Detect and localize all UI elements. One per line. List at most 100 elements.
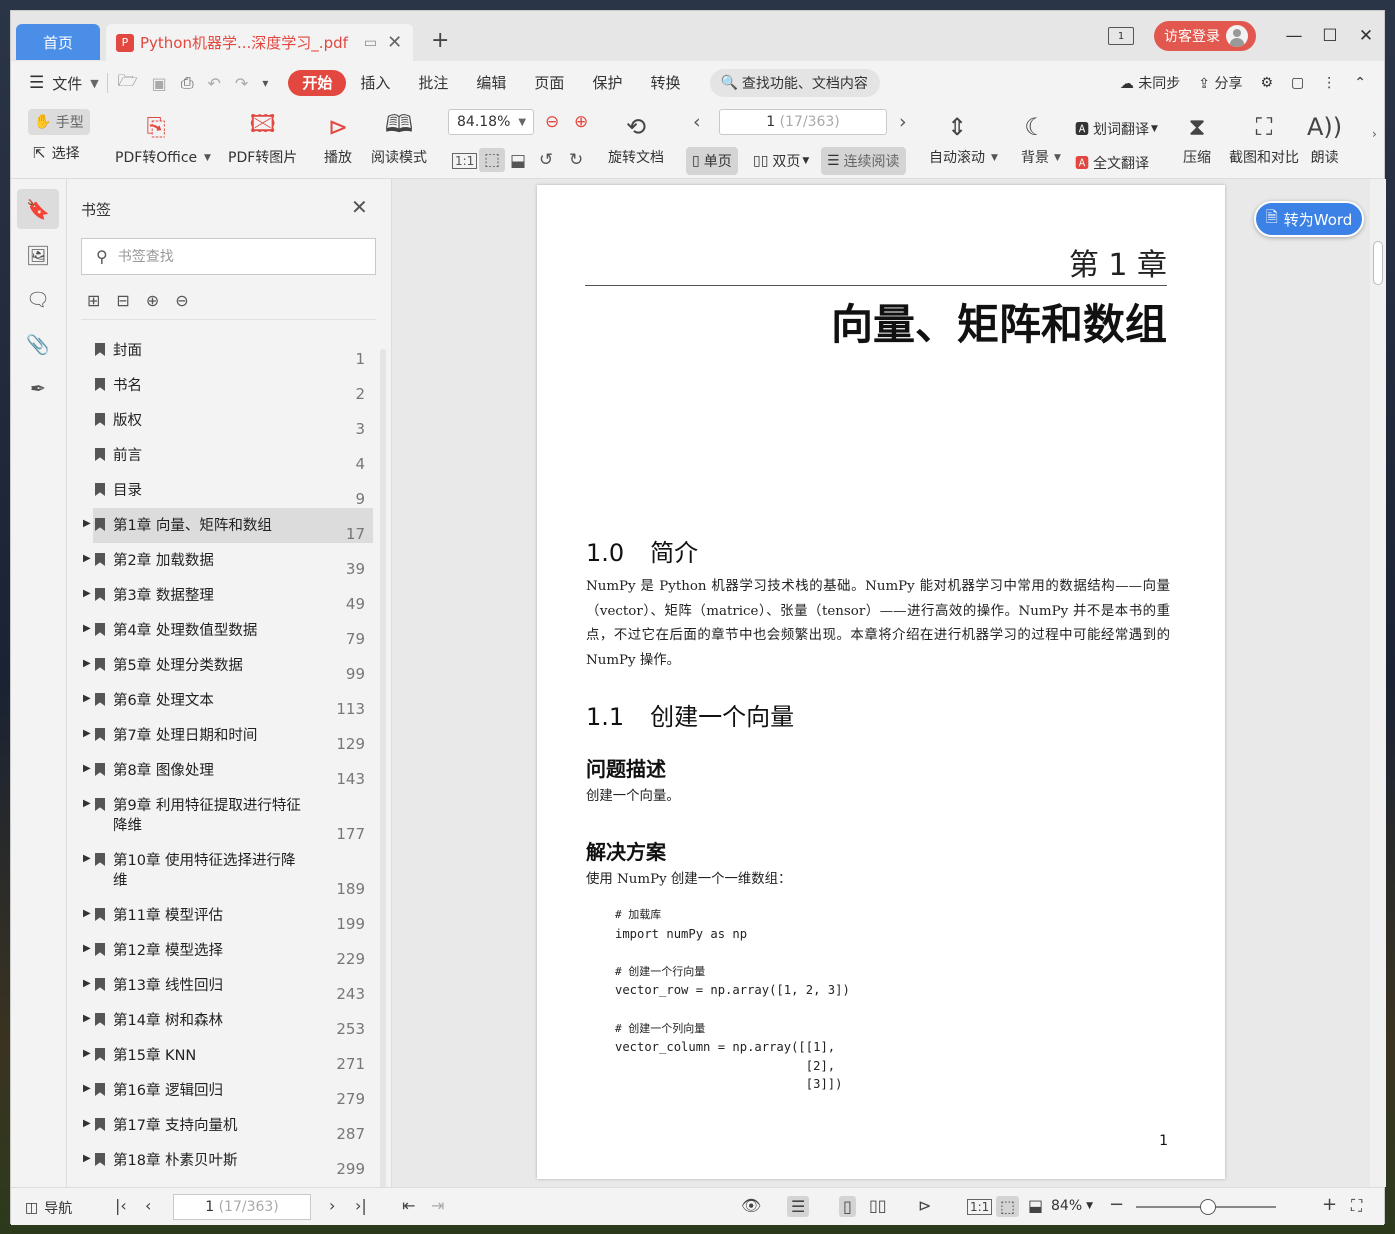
comment-panel-icon[interactable]: 🗨 (17, 279, 59, 319)
single-page-button[interactable]: ▯ 单页 (686, 147, 738, 175)
forward-icon[interactable]: ⇥ (431, 1196, 444, 1215)
sync-status-button[interactable]: ☁ 未同步 (1120, 73, 1180, 93)
expand-arrow-icon[interactable]: ▶ (83, 1083, 91, 1094)
bookmark-item[interactable]: ▶ 第12章 模型选择 229 (81, 933, 373, 968)
bookmark-item[interactable]: 目录 9 (81, 473, 373, 508)
double-page-button[interactable]: ▯▯ 双页 ▼ (747, 147, 815, 175)
home-tab[interactable]: 首页 (16, 24, 100, 60)
signature-icon[interactable]: ✒ (17, 369, 59, 409)
share-button[interactable]: ⇪ 分享 (1198, 73, 1242, 93)
bookmark-item[interactable]: ▶ 第5章 处理分类数据 99 (81, 648, 373, 683)
background-button[interactable]: ☾ 背景 (1021, 111, 1049, 167)
bookmark-item[interactable]: ▶ 第2章 加载数据 39 (81, 543, 373, 578)
expand-arrow-icon[interactable]: ▶ (83, 978, 91, 989)
expand-arrow-icon[interactable]: ▶ (83, 693, 91, 704)
expand-arrow-icon[interactable]: ▶ (83, 763, 91, 774)
tab-protect[interactable]: 保护 (578, 70, 636, 96)
expand-arrow-icon[interactable]: ▶ (83, 1153, 91, 1164)
bookmark-search[interactable]: ⚲ (81, 238, 376, 275)
remove-bookmark-icon[interactable]: ⊖ (175, 291, 188, 310)
bookmark-item[interactable]: ▶ 第7章 处理日期和时间 129 (81, 718, 373, 753)
zoom-slider-handle[interactable] (1200, 1199, 1216, 1215)
expand-arrow-icon[interactable]: ▶ (83, 1048, 91, 1059)
eye-protection-icon[interactable]: 👁 (741, 1196, 761, 1215)
back-icon[interactable]: ⇤ (402, 1196, 415, 1215)
status-page-input[interactable]: 1 (17/363) (173, 1194, 311, 1220)
expand-arrow-icon[interactable]: ▶ (83, 853, 91, 864)
navigation-toggle[interactable]: ◫ 导航 (25, 1198, 72, 1218)
ribbon-scroll-right-icon[interactable]: › (1372, 127, 1377, 141)
redo-icon[interactable]: ↷ (235, 74, 248, 93)
expand-arrow-icon[interactable]: ▶ (83, 588, 91, 599)
bookmark-item[interactable]: ▶ 第4章 处理数值型数据 79 (81, 613, 373, 648)
add-bookmark-icon[interactable]: ⊕ (146, 291, 159, 310)
screenshot-compare-button[interactable]: ⛶ 截图和对比 (1229, 111, 1299, 167)
bookmark-item[interactable]: ▶ 第1章 向量、矩阵和数组 17 (81, 508, 373, 543)
prev-page-icon[interactable]: ‹ (693, 111, 701, 133)
zoom-out-icon[interactable]: − (1109, 1194, 1124, 1215)
print-icon[interactable]: ⎙ (181, 73, 194, 93)
fit-width-icon[interactable]: ⬓ (510, 151, 526, 171)
bookmark-item[interactable]: ▶ 第8章 图像处理 143 (81, 753, 373, 788)
close-window-icon[interactable]: ✕ (1348, 26, 1384, 46)
minimize-icon[interactable]: — (1276, 26, 1312, 46)
play-button[interactable]: ⊳ 播放 (324, 111, 352, 167)
status-zoom-select[interactable]: 84% ▼ (1051, 1198, 1093, 1214)
guest-login-button[interactable]: 访客登录 (1154, 21, 1256, 51)
double-page-icon[interactable]: ▯▯ (869, 1196, 887, 1215)
tab-annotate[interactable]: 批注 (404, 70, 462, 96)
bookmark-item[interactable]: 前言 4 (81, 438, 373, 473)
save-icon[interactable]: ▣ (152, 74, 167, 93)
expand-arrow-icon[interactable]: ▶ (83, 658, 91, 669)
auto-scroll-button[interactable]: ⇕ 自动滚动 (929, 111, 985, 167)
rotate-document-button[interactable]: ⟲ 旋转文档 (608, 111, 664, 167)
expand-arrow-icon[interactable]: ▶ (83, 943, 91, 954)
rotate-right-icon[interactable]: ↻ (569, 150, 583, 170)
bookmark-item[interactable]: ▶ 第11章 模型评估 199 (81, 898, 373, 933)
expand-arrow-icon[interactable]: ▶ (83, 728, 91, 739)
hand-tool-button[interactable]: ✋ 手型 (28, 109, 90, 135)
zoom-select[interactable]: 84.18% ▼ (448, 109, 534, 135)
tab-float-icon[interactable]: ▭ (364, 35, 377, 51)
window-count-icon[interactable]: 1 (1108, 27, 1134, 45)
expand-arrow-icon[interactable]: ▶ (83, 1013, 91, 1024)
bookmark-item[interactable]: ▶ 第16章 逻辑回归 279 (81, 1073, 373, 1108)
close-panel-icon[interactable]: ✕ (351, 195, 368, 219)
tab-convert[interactable]: 转换 (636, 70, 694, 96)
next-page-icon[interactable]: › (899, 111, 907, 133)
document-viewport[interactable]: 第 1 章 向量、矩阵和数组 1.0 简介 NumPy 是 Python 机器学习… (392, 179, 1386, 1187)
play-icon[interactable]: ⊳ (918, 1196, 931, 1215)
fit-width-icon[interactable]: ⬓ (1028, 1196, 1043, 1215)
pdf-to-office-button[interactable]: ⎘ PDF转Office (115, 111, 197, 167)
bookmark-item[interactable]: 书名 2 (81, 368, 373, 403)
tab-page[interactable]: 页面 (520, 70, 578, 96)
single-page-icon[interactable]: ▯ (839, 1196, 856, 1217)
zoom-out-icon[interactable]: ⊖ (545, 112, 559, 132)
bookmark-item[interactable]: ▶ 第10章 使用特征选择进行降维 189 (81, 843, 373, 898)
fit-page-icon[interactable]: ⬚ (479, 148, 506, 172)
bookmark-panel-icon[interactable]: 🔖 (17, 189, 59, 229)
bookmark-item[interactable]: 版权 3 (81, 403, 373, 438)
expand-all-icon[interactable]: ⊞ (87, 291, 100, 310)
expand-arrow-icon[interactable]: ▶ (83, 518, 91, 529)
collapse-all-icon[interactable]: ⊟ (116, 291, 129, 310)
expand-arrow-icon[interactable]: ▶ (83, 1118, 91, 1129)
tab-start[interactable]: 开始 (288, 70, 347, 96)
customize-toolbar-icon[interactable]: ▾ (262, 76, 268, 90)
new-tab-button[interactable]: + (431, 29, 449, 53)
read-aloud-button[interactable]: A)) 朗读 (1307, 111, 1342, 167)
scrollbar-thumb[interactable] (1373, 241, 1383, 285)
word-translate-button[interactable]: 🅰 划词翻译 ▼ (1075, 119, 1158, 139)
bookmark-item[interactable]: ▶ 第18章 朴素贝叶斯 299 (81, 1143, 373, 1178)
attachment-icon[interactable]: 📎 (17, 324, 59, 364)
full-translate-button[interactable]: 🅰 全文翻译 (1075, 153, 1149, 173)
rotate-left-icon[interactable]: ↺ (539, 150, 553, 170)
thumbnail-panel-icon[interactable]: 🖼 (17, 235, 59, 275)
expand-arrow-icon[interactable]: ▶ (83, 623, 91, 634)
file-menu[interactable]: ☰ 文件 ▼ (29, 73, 99, 94)
continuous-icon[interactable]: ☰ (787, 1196, 810, 1217)
bookmark-item[interactable]: ▶ 第6章 处理文本 113 (81, 683, 373, 718)
bookmark-item[interactable]: ▶ 第13章 线性回归 243 (81, 968, 373, 1003)
open-folder-icon[interactable]: 🗁 (118, 70, 138, 97)
select-tool-button[interactable]: ⇱ 选择 (33, 143, 80, 163)
